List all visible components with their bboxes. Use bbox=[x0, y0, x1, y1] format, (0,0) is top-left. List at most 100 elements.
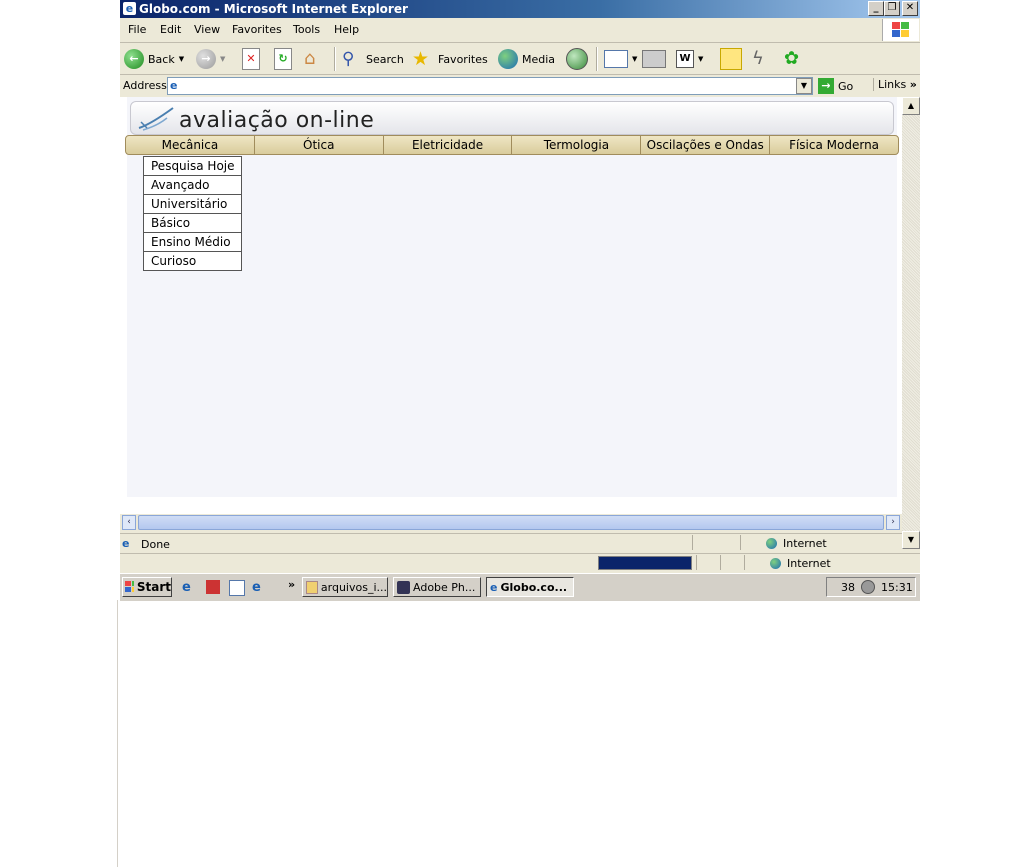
menu-edit[interactable]: Edit bbox=[160, 23, 181, 36]
address-label: Address bbox=[123, 79, 167, 92]
go-button[interactable]: → Go bbox=[818, 77, 853, 95]
internet-globe-icon bbox=[770, 558, 781, 569]
back-label: Back bbox=[148, 52, 175, 66]
chevron-down-icon: ▼ bbox=[698, 55, 704, 63]
vertical-scrollbar[interactable]: ▲ ▼ bbox=[902, 97, 920, 549]
printer-icon bbox=[642, 50, 666, 68]
scroll-right-button[interactable]: › bbox=[886, 515, 900, 530]
quicklaunch-mail-icon[interactable] bbox=[229, 580, 245, 596]
windows-logo-icon bbox=[882, 19, 919, 41]
dropdown-item-basico[interactable]: Básico bbox=[144, 214, 241, 233]
address-input[interactable]: e bbox=[167, 77, 813, 95]
chevron-down-icon: ▼ bbox=[220, 55, 226, 63]
horizontal-scroll-thumb[interactable] bbox=[138, 515, 884, 530]
nav-tab-eletricidade[interactable]: Eletricidade bbox=[384, 136, 513, 154]
task-adobe[interactable]: Adobe Ph... bbox=[393, 577, 481, 597]
tray-number[interactable]: 38 bbox=[841, 581, 855, 594]
edit-button[interactable]: W ▼ bbox=[676, 48, 703, 70]
forward-button[interactable]: → ▼ bbox=[196, 48, 225, 70]
title-bar: e Globo.com - Microsoft Internet Explore… bbox=[120, 0, 920, 18]
clock[interactable]: 15:31 bbox=[881, 581, 913, 594]
ie-page-icon: e bbox=[122, 537, 130, 550]
lightning-icon: ϟ bbox=[752, 48, 764, 69]
menu-view[interactable]: View bbox=[194, 23, 220, 36]
task-label: Adobe Ph... bbox=[413, 580, 476, 594]
ie-icon: e bbox=[490, 580, 498, 594]
menu-help[interactable]: Help bbox=[334, 23, 359, 36]
stop-button[interactable]: ✕ bbox=[242, 48, 260, 70]
page-content: avaliação on-line Mecânica Ótica Eletric… bbox=[125, 97, 899, 497]
back-button[interactable]: ← Back ▼ bbox=[124, 48, 184, 70]
flower-icon: ✿ bbox=[784, 48, 800, 69]
search-button[interactable]: ⚲ Search bbox=[342, 48, 404, 70]
start-button[interactable]: Start bbox=[122, 577, 172, 597]
address-dropdown-button[interactable]: ▼ bbox=[796, 78, 812, 94]
progress-bar bbox=[598, 556, 692, 570]
toolbar-separator bbox=[334, 47, 336, 71]
address-bar: Address e ▼ → Go Links » bbox=[120, 75, 920, 98]
window-title: Globo.com - Microsoft Internet Explorer bbox=[139, 2, 408, 16]
messenger-button[interactable]: ϟ bbox=[752, 48, 774, 70]
menu-favorites[interactable]: Favorites bbox=[232, 23, 282, 36]
back-arrow-icon: ← bbox=[124, 49, 144, 69]
dropdown-item-universitario[interactable]: Universitário bbox=[144, 195, 241, 214]
mail-button[interactable]: ▼ bbox=[604, 48, 637, 70]
dropdown-item-curioso[interactable]: Curioso bbox=[144, 252, 241, 270]
progress-fill bbox=[599, 557, 691, 569]
nav-tab-oscilacoes[interactable]: Oscilações e Ondas bbox=[641, 136, 771, 154]
history-button[interactable] bbox=[566, 48, 588, 70]
dropdown-item-ensino-medio[interactable]: Ensino Médio bbox=[144, 233, 241, 252]
favorites-button[interactable]: ★ Favorites bbox=[412, 48, 488, 70]
chevron-right-icon[interactable]: » bbox=[288, 578, 295, 591]
status-cell bbox=[720, 555, 741, 570]
nav-tab-fisica-moderna[interactable]: Física Moderna bbox=[770, 136, 898, 154]
chevron-down-icon: ▼ bbox=[178, 55, 185, 63]
horizontal-scrollbar[interactable]: ‹ › bbox=[120, 514, 902, 530]
print-button[interactable] bbox=[642, 48, 666, 70]
quicklaunch-ie-icon[interactable]: e bbox=[182, 580, 191, 595]
home-button[interactable]: ⌂ bbox=[304, 48, 326, 70]
stop-icon: ✕ bbox=[242, 48, 260, 70]
system-tray: 38 15:31 bbox=[826, 577, 916, 597]
task-label: arquivos_i... bbox=[320, 580, 387, 594]
windows-flag-icon bbox=[125, 581, 134, 592]
task-globo[interactable]: e Globo.co... bbox=[486, 577, 574, 597]
nav-tab-otica[interactable]: Ótica bbox=[255, 136, 384, 154]
scroll-up-button[interactable]: ▲ bbox=[902, 97, 920, 115]
dropdown-item-avancado[interactable]: Avançado bbox=[144, 176, 241, 195]
quicklaunch-app-icon[interactable] bbox=[206, 580, 220, 594]
zone-label: Internet bbox=[783, 537, 827, 550]
toolbar-separator bbox=[596, 47, 598, 71]
status-cell bbox=[692, 535, 739, 550]
zone-label-2: Internet bbox=[787, 557, 831, 570]
go-arrow-icon: → bbox=[818, 78, 834, 94]
security-zone-2: Internet bbox=[770, 557, 831, 570]
adobe-icon bbox=[397, 580, 410, 594]
restore-button[interactable]: ❐ bbox=[884, 1, 900, 16]
pen-logo-icon bbox=[138, 107, 174, 131]
tray-volume-icon[interactable] bbox=[861, 580, 875, 594]
note-icon bbox=[720, 48, 742, 70]
task-arquivos[interactable]: arquivos_i... bbox=[302, 577, 388, 597]
menu-file[interactable]: File bbox=[128, 23, 146, 36]
scroll-down-button[interactable]: ▼ bbox=[902, 531, 920, 549]
discuss-button[interactable] bbox=[720, 48, 742, 70]
media-globe-icon bbox=[498, 49, 518, 69]
close-button[interactable]: ✕ bbox=[902, 1, 918, 16]
quicklaunch-ie2-icon[interactable]: e bbox=[252, 580, 261, 595]
refresh-button[interactable]: ↻ bbox=[274, 48, 292, 70]
browser-window: e Globo.com - Microsoft Internet Explore… bbox=[120, 0, 920, 601]
minimize-button[interactable]: _ bbox=[868, 1, 884, 16]
nav-tab-mecanica[interactable]: Mecânica bbox=[126, 136, 255, 154]
links-button[interactable]: Links » bbox=[873, 78, 917, 91]
icq-lite-button[interactable]: ✿ bbox=[784, 48, 806, 70]
start-label: Start bbox=[136, 580, 171, 594]
menu-tools[interactable]: Tools bbox=[293, 23, 320, 36]
empty-page-area bbox=[117, 600, 907, 867]
media-button[interactable]: Media bbox=[498, 48, 555, 70]
scroll-left-button[interactable]: ‹ bbox=[122, 515, 136, 530]
site-banner: avaliação on-line bbox=[130, 101, 894, 135]
star-icon: ★ bbox=[412, 48, 430, 70]
nav-tab-termologia[interactable]: Termologia bbox=[512, 136, 642, 154]
dropdown-item-pesquisa-hoje[interactable]: Pesquisa Hoje bbox=[144, 157, 241, 176]
